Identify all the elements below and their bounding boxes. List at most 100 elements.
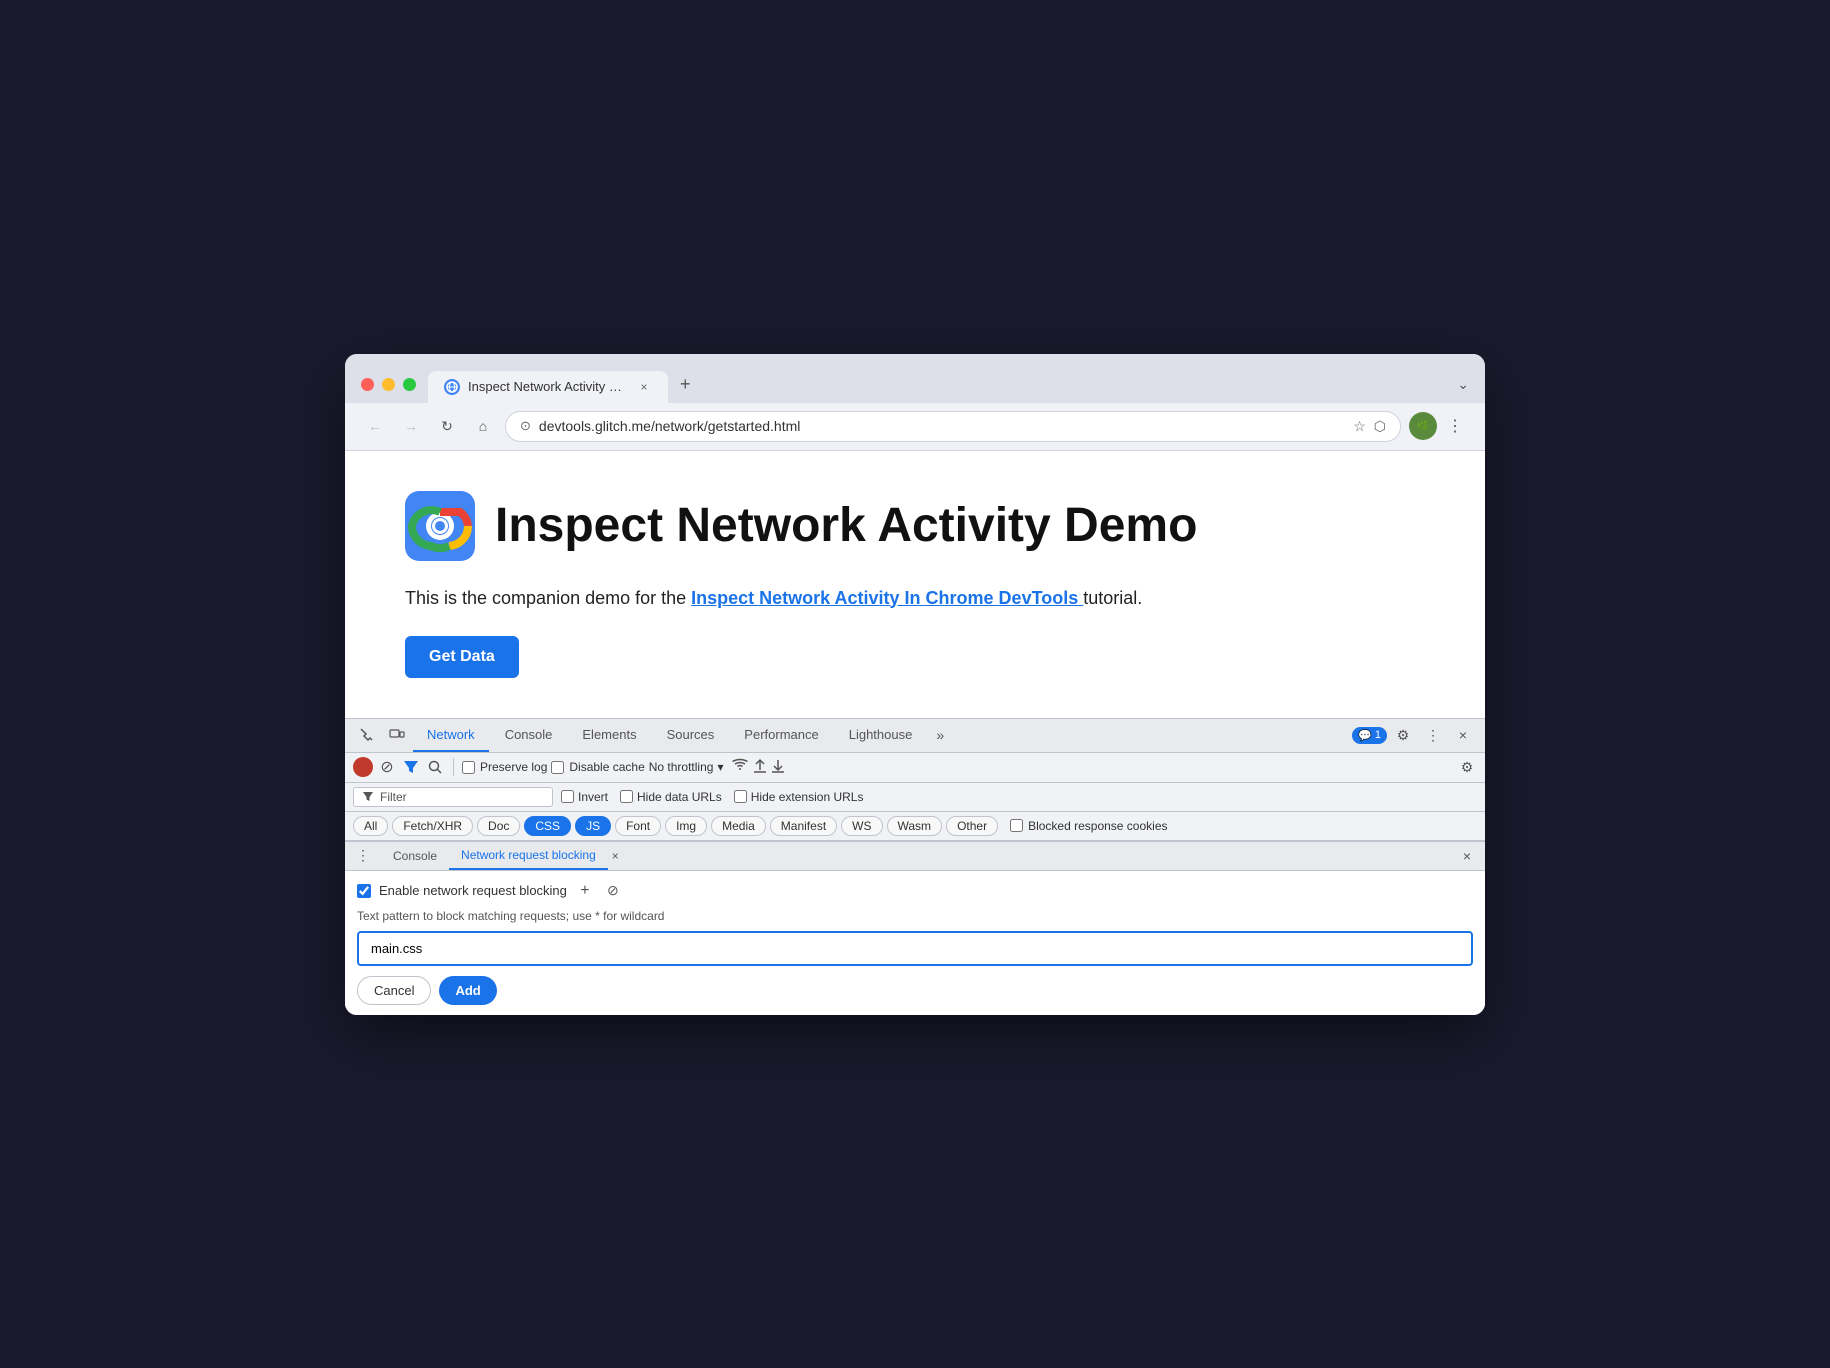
minimize-button[interactable] bbox=[382, 378, 395, 391]
network-toolbar: ⊘ Preserve log Disable cache bbox=[345, 753, 1485, 783]
type-pill-all[interactable]: All bbox=[353, 816, 388, 836]
devtools-more-actions-button[interactable]: ⋮ bbox=[1419, 721, 1447, 749]
back-button[interactable]: ← bbox=[361, 412, 389, 440]
filter-funnel-icon bbox=[362, 791, 374, 803]
add-pattern-button[interactable]: + bbox=[575, 881, 595, 901]
clear-patterns-button[interactable]: ⊘ bbox=[603, 881, 623, 901]
close-button[interactable] bbox=[361, 378, 374, 391]
devtools-inspect-icon[interactable] bbox=[353, 721, 381, 749]
description-after: tutorial. bbox=[1083, 588, 1142, 608]
active-tab[interactable]: Inspect Network Activity Dem × bbox=[428, 371, 668, 403]
type-pill-manifest[interactable]: Manifest bbox=[770, 816, 837, 836]
url-bar[interactable]: ⊙ devtools.glitch.me/network/getstarted.… bbox=[505, 411, 1401, 442]
tab-sources[interactable]: Sources bbox=[653, 719, 729, 752]
clear-button[interactable]: ⊘ bbox=[377, 757, 397, 777]
bottom-tab-network-blocking[interactable]: Network request blocking bbox=[449, 842, 608, 870]
bookmark-icon[interactable]: ☆ bbox=[1353, 418, 1366, 435]
tab-close-button[interactable]: × bbox=[636, 379, 652, 395]
hide-extension-urls-checkbox[interactable]: Hide extension URLs bbox=[734, 790, 864, 804]
blocked-cookies-label: Blocked response cookies bbox=[1028, 819, 1167, 833]
title-bar: Inspect Network Activity Dem × + ⌄ bbox=[345, 354, 1485, 403]
reload-button[interactable]: ↻ bbox=[433, 412, 461, 440]
get-data-button[interactable]: Get Data bbox=[405, 636, 519, 678]
type-pill-css[interactable]: CSS bbox=[524, 816, 571, 836]
bottom-panel: ⋮ Console Network request blocking × × E… bbox=[345, 841, 1485, 1015]
badge-count: 1 bbox=[1375, 729, 1381, 741]
extension-icon[interactable]: ⬡ bbox=[1374, 418, 1386, 435]
tab-favicon bbox=[444, 379, 460, 395]
tab-lighthouse[interactable]: Lighthouse bbox=[835, 719, 927, 752]
devtools-settings-button[interactable]: ⚙ bbox=[1389, 721, 1417, 749]
invert-checkbox[interactable]: Invert bbox=[561, 790, 608, 804]
home-button[interactable]: ⌂ bbox=[469, 412, 497, 440]
chrome-logo bbox=[405, 491, 475, 561]
type-pill-doc[interactable]: Doc bbox=[477, 816, 520, 836]
blocking-header: Enable network request blocking + ⊘ bbox=[357, 881, 1473, 901]
devtools-device-icon[interactable] bbox=[383, 721, 411, 749]
blocked-cookies-checkbox[interactable]: Blocked response cookies bbox=[1010, 819, 1167, 833]
filter-label: Filter bbox=[380, 790, 407, 804]
disable-cache-checkbox[interactable]: Disable cache bbox=[551, 760, 644, 774]
filter-input-wrap[interactable]: Filter bbox=[353, 787, 553, 807]
type-pill-js[interactable]: JS bbox=[575, 816, 611, 836]
tabs-dropdown-button[interactable]: ⌄ bbox=[1457, 376, 1469, 403]
traffic-lights bbox=[361, 378, 416, 403]
browser-actions: 🌿 ⋮ bbox=[1409, 412, 1469, 440]
page-description: This is the companion demo for the Inspe… bbox=[405, 585, 1425, 612]
add-button[interactable]: Add bbox=[439, 976, 496, 1005]
chat-icon: 💬 bbox=[1358, 729, 1372, 742]
tab-network[interactable]: Network bbox=[413, 719, 489, 752]
filter-button[interactable] bbox=[401, 757, 421, 777]
preserve-log-checkbox[interactable]: Preserve log bbox=[462, 760, 547, 774]
tab-console[interactable]: Console bbox=[491, 719, 567, 752]
blocking-actions: Cancel Add bbox=[357, 976, 1473, 1005]
address-bar: ← → ↻ ⌂ ⊙ devtools.glitch.me/network/get… bbox=[345, 403, 1485, 451]
devtools-close-button[interactable]: × bbox=[1449, 721, 1477, 749]
type-pill-wasm[interactable]: Wasm bbox=[887, 816, 943, 836]
hide-extension-urls-label: Hide extension URLs bbox=[751, 790, 864, 804]
hide-data-urls-checkbox[interactable]: Hide data URLs bbox=[620, 790, 722, 804]
record-button[interactable] bbox=[353, 757, 373, 777]
avatar: 🌿 bbox=[1409, 412, 1437, 440]
wifi-icon[interactable] bbox=[731, 757, 749, 778]
page-header: Inspect Network Activity Demo bbox=[405, 491, 1425, 561]
close-bottom-panel-button[interactable]: × bbox=[1457, 846, 1477, 866]
type-pill-media[interactable]: Media bbox=[711, 816, 766, 836]
profile-button[interactable]: 🌿 bbox=[1409, 412, 1437, 440]
bottom-tab-console[interactable]: Console bbox=[381, 843, 449, 869]
network-settings-button[interactable]: ⚙ bbox=[1457, 757, 1477, 777]
search-button[interactable] bbox=[425, 757, 445, 777]
description-before: This is the companion demo for the bbox=[405, 588, 691, 608]
tab-elements[interactable]: Elements bbox=[568, 719, 650, 752]
enable-blocking-label: Enable network request blocking bbox=[379, 883, 567, 898]
preserve-log-label: Preserve log bbox=[480, 760, 547, 774]
disable-cache-label: Disable cache bbox=[569, 760, 644, 774]
hide-data-urls-label: Hide data URLs bbox=[637, 790, 722, 804]
blocking-pattern-input[interactable] bbox=[357, 931, 1473, 966]
url-text: devtools.glitch.me/network/getstarted.ht… bbox=[539, 418, 1345, 434]
close-bottom-tab-button[interactable]: × bbox=[608, 849, 623, 863]
throttle-dropdown[interactable]: No throttling ▾ bbox=[649, 760, 724, 774]
tabs-bar: Inspect Network Activity Dem × + ⌄ bbox=[428, 366, 1469, 403]
bottom-panel-menu-button[interactable]: ⋮ bbox=[353, 846, 373, 866]
type-pill-img[interactable]: Img bbox=[665, 816, 707, 836]
menu-button[interactable]: ⋮ bbox=[1441, 412, 1469, 440]
forward-button[interactable]: → bbox=[397, 412, 425, 440]
type-pill-font[interactable]: Font bbox=[615, 816, 661, 836]
blocking-hint: Text pattern to block matching requests;… bbox=[357, 909, 1473, 923]
maximize-button[interactable] bbox=[403, 378, 416, 391]
cancel-button[interactable]: Cancel bbox=[357, 976, 431, 1005]
new-tab-button[interactable]: + bbox=[668, 366, 703, 403]
type-pill-ws[interactable]: WS bbox=[841, 816, 882, 836]
enable-blocking-checkbox[interactable] bbox=[357, 884, 371, 898]
tab-performance[interactable]: Performance bbox=[730, 719, 832, 752]
type-pill-fetch-xhr[interactable]: Fetch/XHR bbox=[392, 816, 473, 836]
description-link[interactable]: Inspect Network Activity In Chrome DevTo… bbox=[691, 588, 1083, 608]
type-pill-other[interactable]: Other bbox=[946, 816, 998, 836]
upload-icon[interactable] bbox=[753, 758, 767, 777]
tab-title: Inspect Network Activity Dem bbox=[468, 379, 628, 394]
download-icon[interactable] bbox=[771, 758, 785, 777]
tab-more-button[interactable]: » bbox=[928, 719, 952, 751]
console-tab-label: Console bbox=[393, 849, 437, 863]
console-messages-badge[interactable]: 💬 1 bbox=[1352, 727, 1387, 744]
